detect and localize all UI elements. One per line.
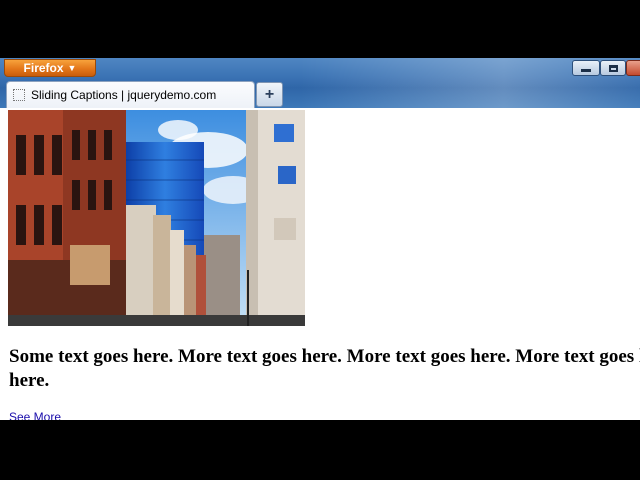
minimize-button[interactable] [572, 60, 600, 76]
close-button[interactable] [626, 60, 640, 76]
browser-tab[interactable]: Sliding Captions | jquerydemo.com [6, 81, 255, 108]
caption-paragraph-line2: here. [9, 370, 50, 391]
city-street-photo [8, 110, 305, 326]
maximize-button[interactable] [600, 60, 626, 76]
tab-title: Sliding Captions | jquerydemo.com [31, 88, 217, 102]
page-content: Some text goes here. More text goes here… [0, 108, 640, 420]
browser-chrome: Firefox ▼ Sliding Captions | jquerydemo.… [0, 58, 640, 108]
minimize-icon [581, 69, 591, 72]
firefox-menu-label: Firefox [23, 61, 64, 75]
new-tab-button[interactable]: + [256, 82, 283, 107]
page-favicon-icon [13, 89, 25, 101]
browser-window: Firefox ▼ Sliding Captions | jquerydemo.… [0, 58, 640, 420]
maximize-icon [608, 64, 618, 72]
caption-paragraph-line1: Some text goes here. More text goes here… [9, 346, 640, 367]
firefox-menu-button[interactable]: Firefox ▼ [4, 59, 96, 77]
chevron-down-icon: ▼ [67, 63, 77, 73]
see-more-link[interactable]: See More [9, 410, 61, 420]
plus-icon: + [264, 85, 275, 103]
caption-paragraph: Some text goes here. More text goes here… [9, 345, 640, 393]
